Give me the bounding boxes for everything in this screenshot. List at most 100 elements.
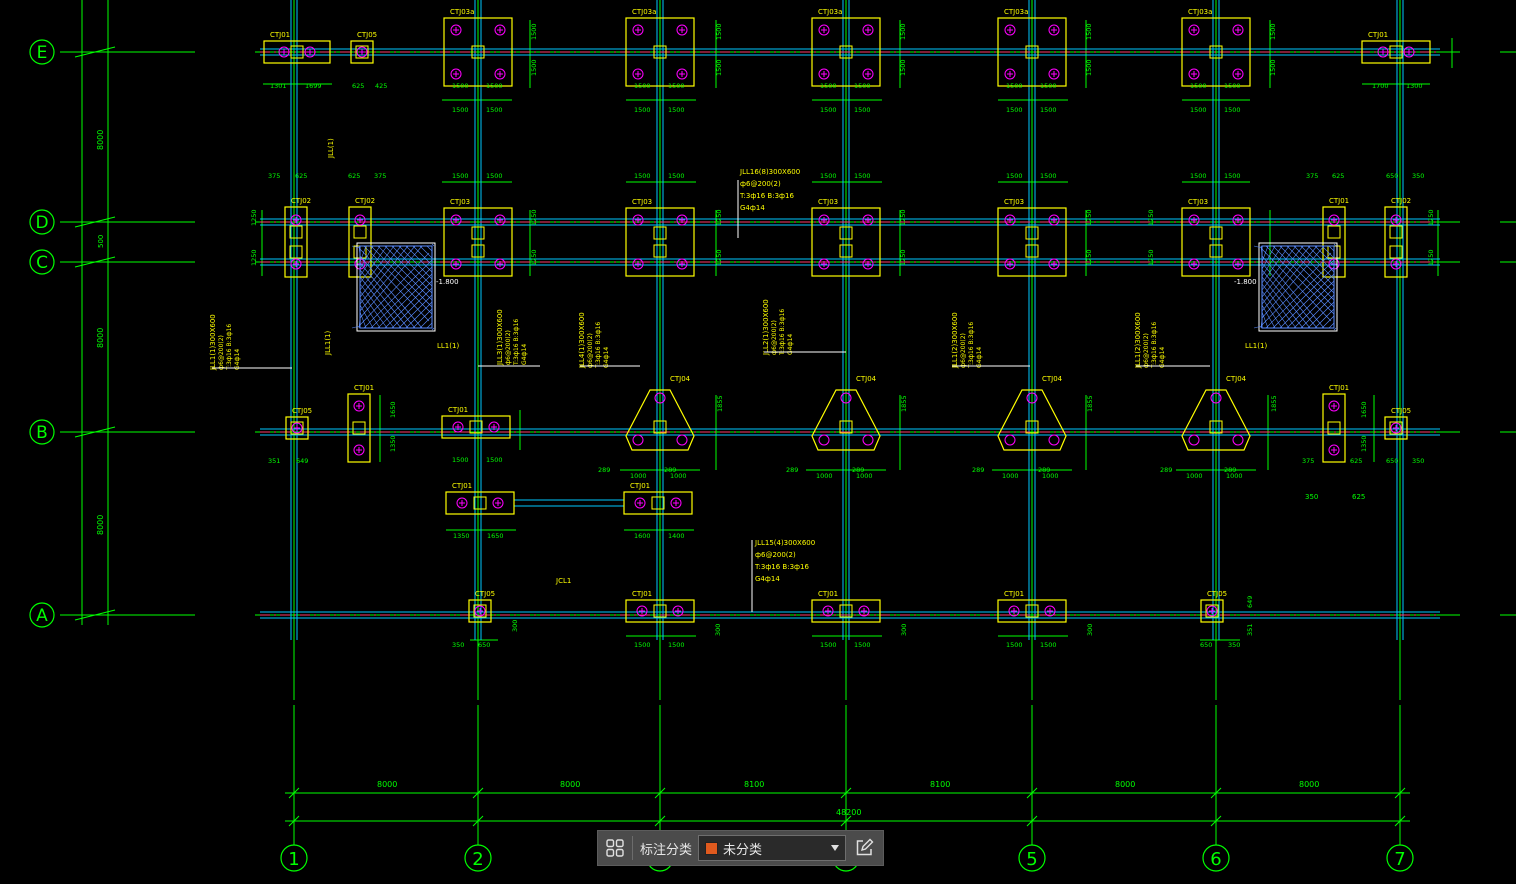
beam-callout: JLL15(4)300X600 [754,539,815,547]
row-spacing-label: 8000 [96,515,105,535]
pile-cap-label: CTJ04 [670,375,691,383]
dim-label: 289 [1160,466,1172,474]
dim-label: 289 [598,466,610,474]
beam-rebar-text: T:3ф16 B:3ф16 [595,322,602,369]
dim-label: 650 [1200,641,1212,649]
beam-g-text: G4ф14 [755,575,780,583]
dim-label: 1500 [1224,82,1241,90]
chevron-down-icon [831,845,840,851]
dim-label: 289 [1038,466,1050,474]
dim-label: 1500 [820,172,837,180]
dim-label: 1400 [668,532,685,540]
pile-cap-label: CTJ03 [1004,198,1024,206]
dim-label: 1000 [630,472,647,480]
pile-cap-label: CTJ05 [1391,407,1411,415]
dim-label: 289 [852,466,864,474]
pile-cap-label: CTJ05 [357,31,377,39]
annotation-category-select[interactable]: 未分类 [698,835,847,861]
dim-label: 1500 [486,456,503,464]
dim-label: 625 [1352,493,1365,501]
beam-stirrup-text: ф6@200(2) [740,180,781,188]
dim-label: 289 [1224,466,1236,474]
dim-label: 1500 [854,82,871,90]
beam-callout: LL1(1) [1245,342,1267,350]
axis-bubble-label: 2 [472,849,483,870]
cad-canvas[interactable]: 8000 500 8000 8000 8000 8000 8100 8100 8000 8000 4… [0,0,1516,884]
elevation-label: -1.800 [1234,278,1257,286]
dim-label: 1500 [668,106,685,114]
axis-bubble-label: D [35,213,48,233]
pile-cap-label: CTJ05 [475,590,495,598]
dim-label: 1250 [1147,249,1155,266]
grid-view-button[interactable] [598,831,632,865]
dim-label: 1250 [250,249,258,266]
dim-label: 1500 [1190,106,1207,114]
dim-label: 1650 [1360,401,1368,418]
dim-label: 425 [375,82,387,90]
annotation-category-toolbar: 标注分类 未分类 [597,830,884,866]
dim-label: 1500 [1006,641,1023,649]
dim-label: 375 [1306,172,1318,180]
dim-label: 351 [1246,624,1254,636]
col-spacing-label: 8100 [930,780,950,789]
dim-label: 1500 [899,23,907,40]
dim-label: 350 [1412,172,1424,180]
dim-label: 625 [1350,457,1362,465]
pile-cap-label: CTJ02 [291,197,311,205]
dim-label: 1650 [389,401,397,418]
dim-label: 1250 [715,209,723,226]
col-spacing-label: 8000 [560,780,580,789]
pile-cap-label: CTJ03a [1004,8,1028,16]
dim-label: 650 [1386,172,1398,180]
dim-label: 1650 [487,532,504,540]
dim-label: 1500 [486,106,503,114]
dim-label: 1500 [530,23,538,40]
dim-label: 1855 [1086,395,1094,412]
dim-label: 1500 [1006,82,1023,90]
dim-label: 289 [972,466,984,474]
pile-cap-label: CTJ02 [1391,197,1411,205]
four-squares-icon [606,839,624,857]
edit-category-button[interactable] [846,831,882,865]
beam-rebar-text: T:3ф16 B:3ф16 [1151,322,1158,369]
dim-label: 1500 [854,172,871,180]
dim-label: 1500 [1006,106,1023,114]
beam-stirrup-text: ф6@200(2) [505,330,512,365]
dim-label: 1500 [1040,82,1057,90]
axis-bubble-label: B [36,423,48,443]
col-spacing-label: 8000 [1299,780,1319,789]
dim-label: 1000 [1186,472,1203,480]
dim-label: 1500 [634,172,651,180]
dim-label: 1250 [530,209,538,226]
beam-stirrup-text: ф6@200(2) [218,335,225,370]
dim-label: 1500 [486,172,503,180]
row-spacing-label: 8000 [96,328,105,348]
dim-label: 1500 [634,106,651,114]
beam-rebar-text: T:3ф16 B:3ф16 [779,309,786,356]
dim-label: 1250 [1427,209,1435,226]
dim-label: 1500 [1224,172,1241,180]
dim-label: 625 [352,82,364,90]
pile-cap-label: CTJ01 [452,482,472,490]
dim-label: 1500 [1040,106,1057,114]
dim-label: 649 [1246,596,1254,608]
dim-label: 1301 [270,82,287,90]
dim-label: 625 [348,172,360,180]
dim-label: 1350 [389,435,397,452]
beam-callout: JLL2(1)300X600 [762,299,770,356]
beam-callout: JLL1(1) [324,330,332,356]
dim-label: 350 [1228,641,1240,649]
dim-label: 1699 [305,82,322,90]
pile-cap-label: CTJ01 [270,31,290,39]
col-spacing-label: 8000 [377,780,397,789]
pile-cap-label: CTJ01 [630,482,650,490]
beam-rebar-text: T:3ф16 B:3ф16 [739,192,794,200]
dim-label: 300 [900,624,908,636]
beam-stirrup-text: ф6@200(2) [771,320,778,355]
dim-label: 1500 [820,106,837,114]
dim-label: 1350 [453,532,470,540]
pile-cap-label: CTJ04 [856,375,877,383]
axis-bubble-label: 6 [1210,849,1221,870]
dim-label: 351 [268,457,280,465]
beam-stirrup-text: ф6@200(2) [587,333,594,368]
